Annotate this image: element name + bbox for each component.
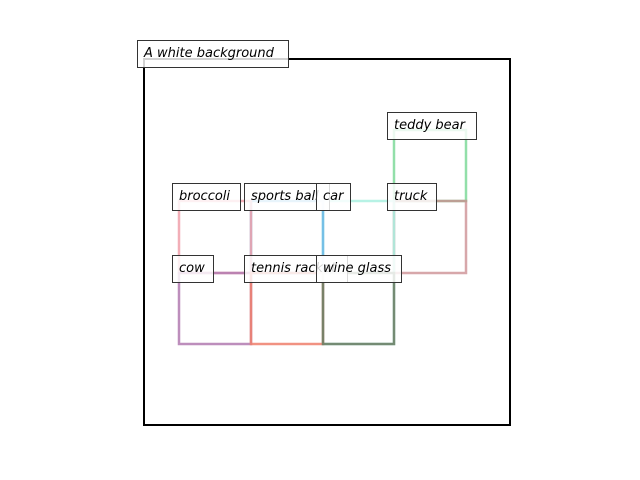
truck-label: truck xyxy=(387,183,437,211)
cow-label: cow xyxy=(172,255,214,283)
broccoli-label: broccoli xyxy=(172,183,241,211)
layout-diagram xyxy=(143,58,511,426)
wine-glass-box xyxy=(321,271,396,346)
truck-box xyxy=(392,199,468,275)
cow-box xyxy=(177,271,253,346)
caption-label: A white background xyxy=(137,40,289,68)
tennis-racket-box xyxy=(249,271,325,346)
teddy-bear-label: teddy bear xyxy=(387,112,477,140)
car-label: car xyxy=(316,183,351,211)
wine-glass-label: wine glass xyxy=(316,255,402,283)
